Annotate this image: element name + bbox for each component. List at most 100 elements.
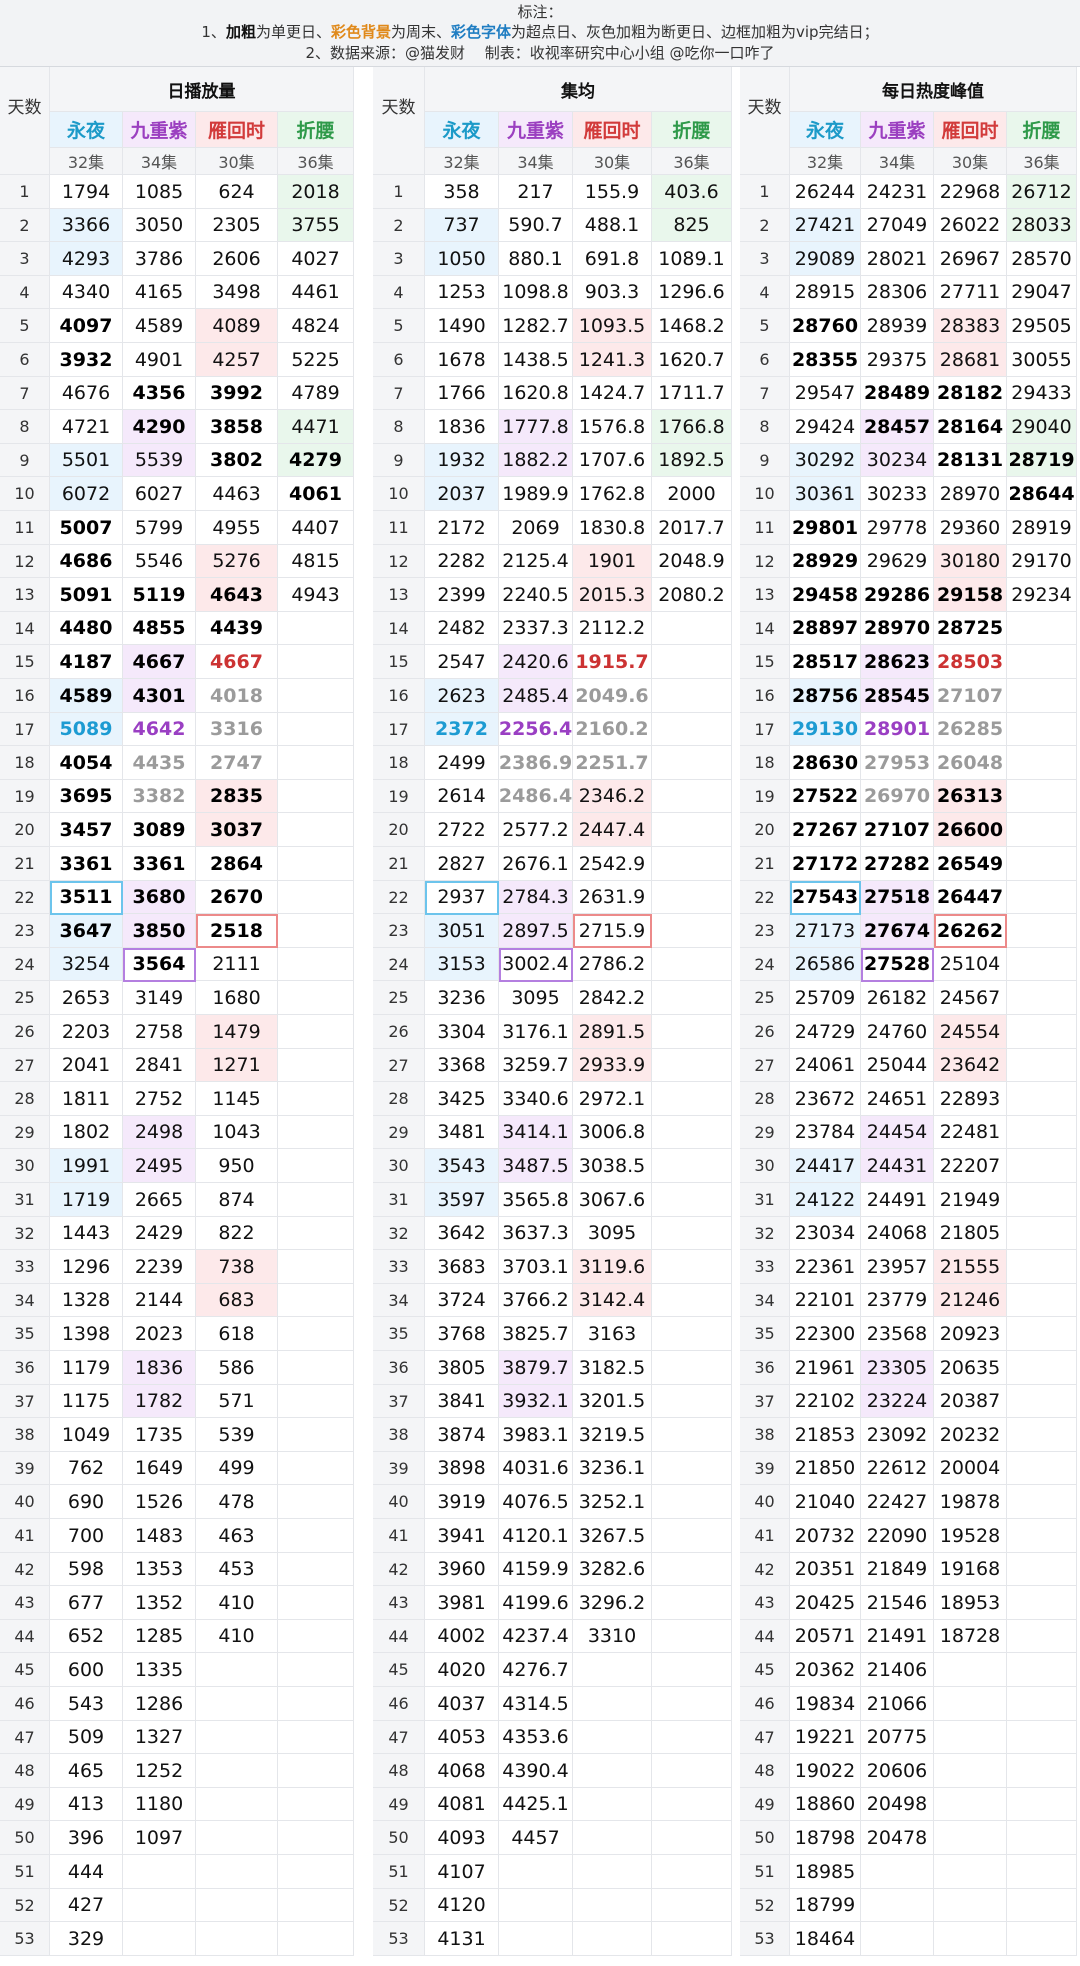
table-cell: 2758 [123, 1015, 196, 1049]
day-number: 41 [0, 1519, 50, 1553]
table-cell: 5799 [123, 511, 196, 545]
day-number: 32 [373, 1217, 425, 1250]
table-cell: 28033 [1007, 209, 1077, 242]
table-cell: 20004 [934, 1452, 1007, 1485]
table-cell [1007, 1889, 1077, 1922]
day-number: 51 [740, 1855, 790, 1889]
table-cell [278, 981, 354, 1015]
table-cell: 2665 [123, 1183, 196, 1217]
table-cell: 21849 [861, 1553, 934, 1586]
table-cell: 3002.4 [499, 948, 573, 981]
table-cell: 2606 [196, 242, 278, 276]
table-cell: 1777.8 [499, 410, 573, 444]
table-cell: 28681 [934, 343, 1007, 377]
day-number: 20 [740, 813, 790, 847]
table-cell: 3879.7 [499, 1351, 573, 1385]
table-cell: 4439 [196, 612, 278, 645]
table-cell: 624 [196, 175, 278, 209]
table-cell [652, 1217, 732, 1250]
day-number: 25 [0, 981, 50, 1015]
table-cell: 4027 [278, 242, 354, 276]
table-cell: 26048 [934, 746, 1007, 780]
table-cell: 1175 [50, 1385, 123, 1418]
table-cell: 26549 [934, 847, 1007, 881]
table-cell: 1479 [196, 1015, 278, 1049]
day-number: 48 [740, 1754, 790, 1788]
day-number: 3 [740, 242, 790, 276]
table-cell: 4131 [425, 1922, 499, 1956]
day-number: 12 [373, 545, 425, 578]
table-cell: 6072 [50, 477, 123, 511]
episode-count: 30集 [934, 148, 1007, 175]
day-number: 49 [0, 1788, 50, 1821]
table-cell [652, 713, 732, 746]
table-cell [278, 1889, 354, 1922]
table-cell: 27518 [861, 881, 934, 914]
day-number: 44 [373, 1620, 425, 1653]
table-cell [278, 612, 354, 645]
table-cell: 20606 [861, 1754, 934, 1788]
table-cell: 3481 [425, 1116, 499, 1149]
day-number: 12 [0, 545, 50, 578]
table-cell [278, 881, 354, 914]
day-number: 29 [740, 1116, 790, 1149]
table-cell: 3366 [50, 209, 123, 242]
table-cell [573, 1922, 652, 1956]
table-cell: 3786 [123, 242, 196, 276]
table-cell: 3051 [425, 914, 499, 948]
table-cell [652, 1317, 732, 1351]
day-number: 7 [373, 377, 425, 410]
day-number: 2 [0, 209, 50, 242]
episode-count: 32集 [425, 148, 499, 175]
table-cell [652, 1855, 732, 1889]
day-number: 9 [373, 444, 425, 477]
table-cell: 478 [196, 1485, 278, 1519]
legend-prefix: 1、 [201, 23, 226, 41]
table-cell: 1901 [573, 545, 652, 578]
table-cell: 29158 [934, 578, 1007, 612]
day-number: 51 [373, 1855, 425, 1889]
day-number: 40 [0, 1485, 50, 1519]
table-cell: 29360 [934, 511, 1007, 545]
day-number: 23 [373, 914, 425, 948]
table-cell: 3755 [278, 209, 354, 242]
day-number: 23 [740, 914, 790, 948]
table-cell [573, 1788, 652, 1821]
table-cell [652, 1082, 732, 1116]
table-cell [123, 1855, 196, 1889]
day-number: 31 [373, 1183, 425, 1217]
table-cell: 3874 [425, 1418, 499, 1452]
table-cell: 29047 [1007, 276, 1077, 309]
day-number: 29 [0, 1116, 50, 1149]
table-cell: 444 [50, 1855, 123, 1889]
table-cell: 4463 [196, 477, 278, 511]
table-cell: 24417 [790, 1149, 861, 1183]
table-cell: 1836 [425, 410, 499, 444]
table-cell [652, 1351, 732, 1385]
section-title: 日播放量 [50, 67, 354, 112]
table-cell [499, 1855, 573, 1889]
table-cell: 24122 [790, 1183, 861, 1217]
table-cell: 3981 [425, 1586, 499, 1620]
table-cell [652, 1385, 732, 1418]
table-cell: 29801 [790, 511, 861, 545]
table-cell: 26182 [861, 981, 934, 1015]
table-cell: 27528 [861, 948, 934, 981]
table-cell [196, 1687, 278, 1721]
table-cell [196, 1922, 278, 1956]
table-cell: 1252 [123, 1754, 196, 1788]
day-number: 24 [740, 948, 790, 981]
table-cell: 28897 [790, 612, 861, 645]
table-cell: 1241.3 [573, 343, 652, 377]
table-cell: 28756 [790, 679, 861, 713]
table-cell: 3095 [499, 981, 573, 1015]
table-cell: 3414.1 [499, 1116, 573, 1149]
table-cell: 4107 [425, 1855, 499, 1889]
table-cell: 24454 [861, 1116, 934, 1149]
table-cell: 1620.7 [652, 343, 732, 377]
table-cell: 2722 [425, 813, 499, 847]
table-cell: 29130 [790, 713, 861, 746]
table-cell: 2676.1 [499, 847, 573, 881]
table-cell: 22361 [790, 1250, 861, 1284]
table-cell: 28939 [861, 309, 934, 343]
